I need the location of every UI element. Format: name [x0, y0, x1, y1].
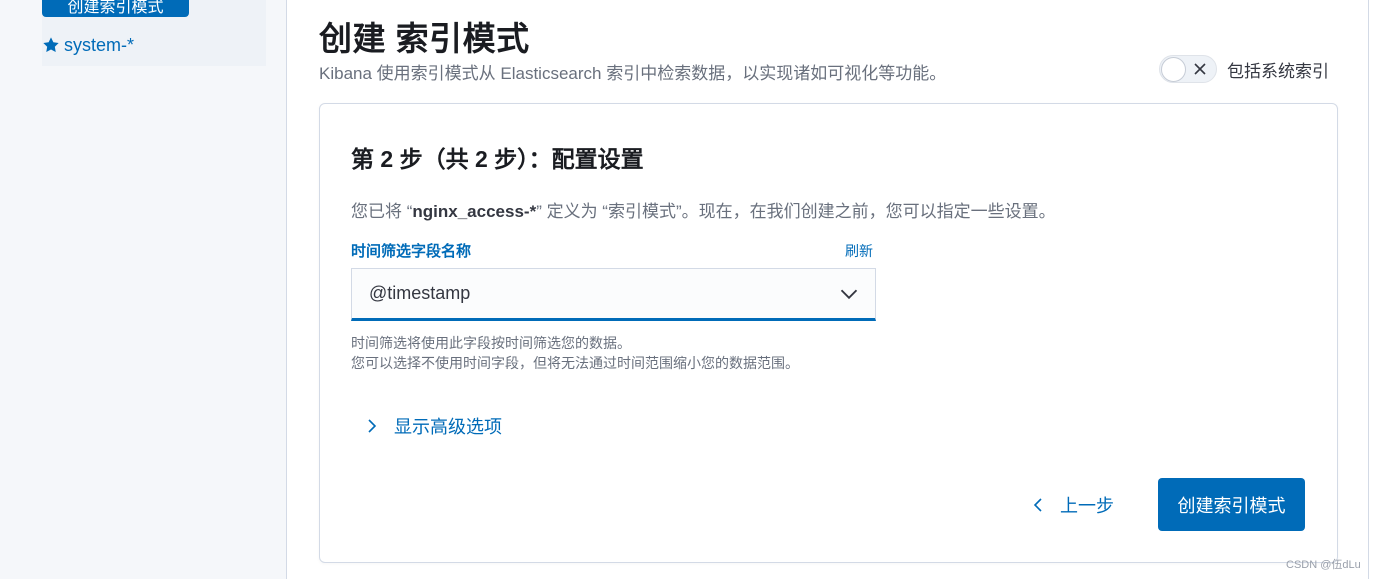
step-desc-prefix: 您已将 “ [351, 202, 413, 221]
show-advanced-options-toggle[interactable]: 显示高级选项 [364, 413, 502, 439]
chevron-right-icon [368, 419, 377, 433]
page-title: 创建 索引模式 [319, 20, 530, 57]
back-button[interactable]: 上一步 [1030, 492, 1114, 518]
chevron-left-icon [1033, 498, 1042, 512]
sidebar-item-system[interactable]: system-* [42, 33, 134, 57]
step-description: 您已将 “nginx_access-*” 定义为 “索引模式”。现在，在我们创建… [351, 197, 1056, 222]
close-icon [1194, 63, 1206, 75]
include-system-indices-toggle-group: 包括系统索引 [1159, 55, 1329, 83]
create-button-label: 创建索引模式 [1177, 495, 1286, 516]
include-system-indices-switch[interactable] [1159, 55, 1217, 83]
step-desc-suffix: ” 定义为 “索引模式”。现在，在我们创建之前，您可以指定一些设置。 [536, 202, 1056, 221]
time-field-select[interactable]: @timestamp [351, 268, 876, 321]
help-line-1: 时间筛选将使用此字段按时间筛选您的数据。 [351, 335, 631, 351]
sidebar-create-index-pattern-button[interactable]: 创建索引模式 [42, 0, 189, 17]
back-button-label: 上一步 [1060, 496, 1114, 516]
time-field-label: 时间筛选字段名称 [351, 243, 472, 260]
sidebar-item-label: system-* [64, 34, 135, 55]
time-field-help: 时间筛选将使用此字段按时间筛选您的数据。 您可以选择不使用时间字段，但将无法通过… [351, 333, 799, 373]
sidebar-create-button-label: 创建索引模式 [67, 0, 164, 16]
advanced-options-label: 显示高级选项 [394, 417, 502, 437]
help-line-2: 您可以选择不使用时间字段，但将无法通过时间范围缩小您的数据范围。 [351, 355, 799, 371]
include-system-indices-label: 包括系统索引 [1227, 61, 1329, 81]
sidebar [0, 0, 287, 579]
watermark: CSDN @伍dLu [1286, 559, 1361, 571]
star-icon [43, 37, 59, 52]
switch-knob [1161, 57, 1186, 82]
page-description: Kibana 使用索引模式从 Elasticsearch 索引中检索数据，以实现… [319, 64, 947, 83]
step-title: 第 2 步（共 2 步）：配置设置 [351, 146, 644, 172]
chevron-down-icon [840, 289, 858, 299]
time-field-select-value: @timestamp [369, 283, 471, 303]
index-pattern-name: nginx_access-* [412, 202, 537, 221]
divider [1368, 0, 1369, 579]
create-index-pattern-button[interactable]: 创建索引模式 [1158, 478, 1305, 531]
refresh-link[interactable]: 刷新 [845, 241, 873, 261]
